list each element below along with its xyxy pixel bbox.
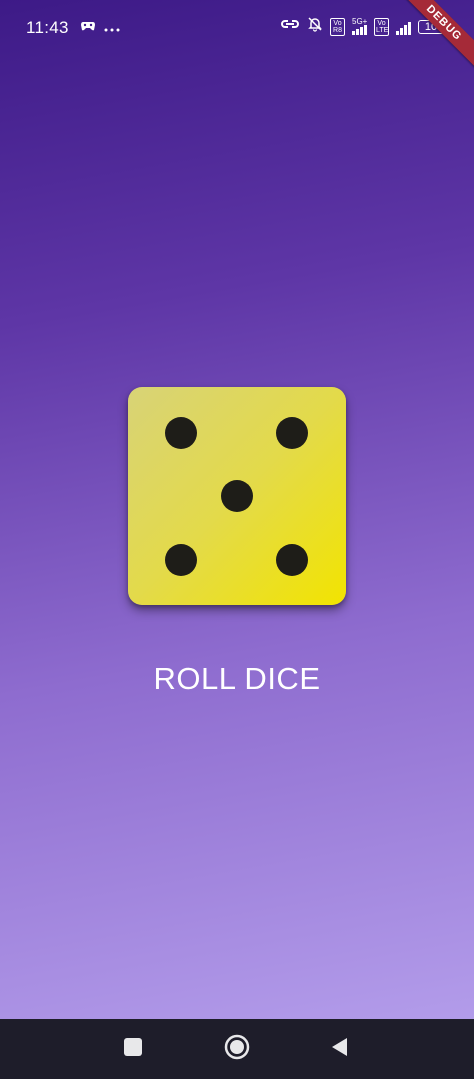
navigation-bar: [0, 1019, 474, 1079]
status-left-icons: [80, 19, 120, 37]
dice-pip: [221, 480, 253, 512]
volte-badge-1: Vo R8: [330, 17, 345, 36]
link-icon: [280, 17, 300, 36]
dice-pip: [165, 417, 197, 449]
bell-muted-icon: [307, 16, 323, 37]
square-icon: [123, 1037, 143, 1062]
dice-pip: [276, 544, 308, 576]
more-notifications-icon: [104, 19, 120, 37]
net-label: 5G+: [352, 16, 368, 26]
dice-pip: [276, 417, 308, 449]
status-right-icons: Vo R8 5G+ Vo LTE 10: [280, 16, 447, 37]
dice-image: [128, 387, 346, 605]
circle-icon: [224, 1034, 250, 1065]
status-time: 11:43: [26, 18, 69, 37]
back-triangle-icon: [329, 1036, 349, 1063]
back-button[interactable]: [309, 1019, 369, 1079]
signal-2-icon: [396, 19, 411, 35]
status-bar: 11:43 Vo R8 5G+ Vo LTE 10: [0, 0, 474, 58]
dice-pip: [165, 544, 197, 576]
home-button[interactable]: [207, 1019, 267, 1079]
roll-dice-button[interactable]: ROLL DICE: [137, 652, 337, 706]
game-controller-icon: [80, 19, 96, 37]
signal-1-group: 5G+: [352, 16, 368, 35]
recents-button[interactable]: [103, 1019, 163, 1079]
volte-badge-2: Vo LTE: [374, 17, 389, 36]
